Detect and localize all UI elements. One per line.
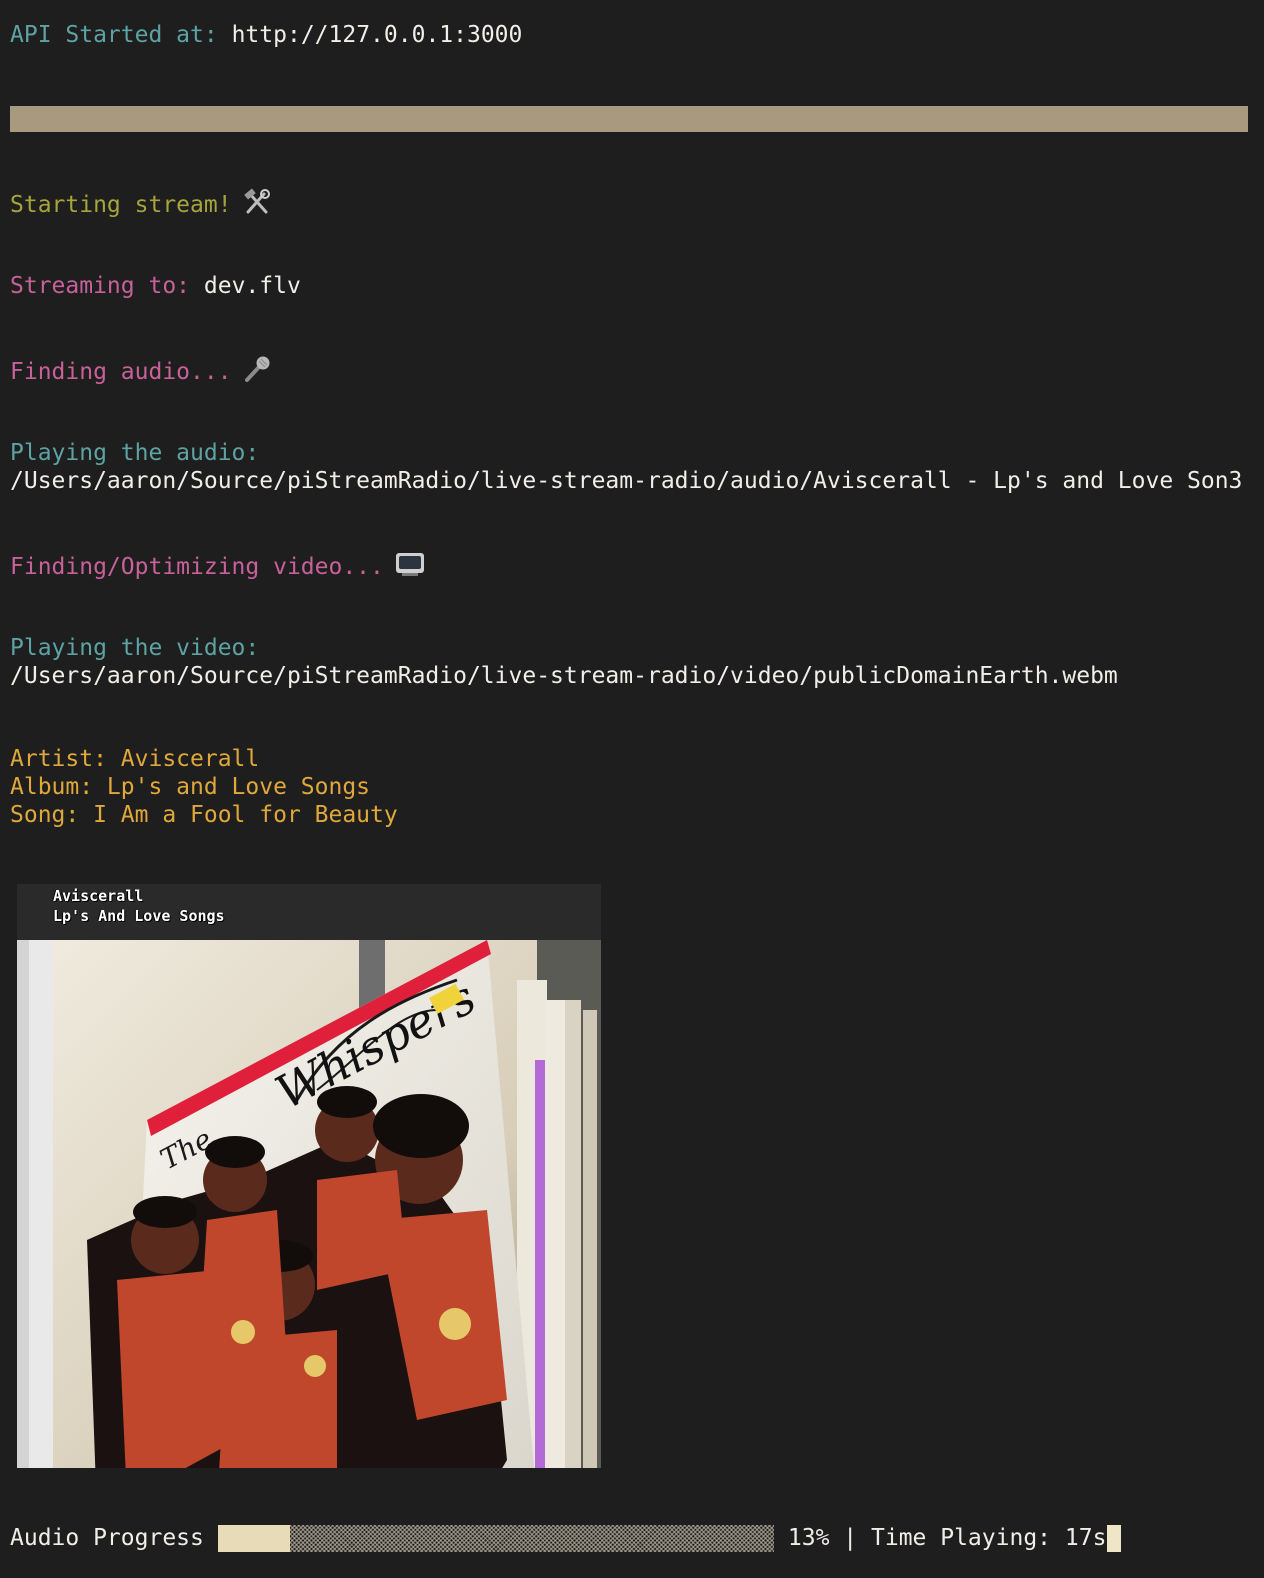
time-playing-value: 17s [1064, 1525, 1107, 1551]
progress-separator: | [843, 1525, 858, 1551]
hammer-and-wrench-icon [242, 188, 272, 223]
artist-line: Artist: Aviscerall [10, 746, 260, 772]
starting-stream-text: Starting stream! [10, 192, 232, 218]
cover-caption-artist: Aviscerall [53, 887, 144, 905]
video-path: /Users/aaron/Source/piStreamRadio/live-s… [10, 663, 1118, 689]
playing-audio-label-line: Playing the audio: [10, 439, 259, 467]
streaming-label: Streaming to: [10, 273, 191, 299]
audio-progress-fill [217, 1524, 291, 1552]
playing-video-label: Playing the video: [10, 635, 260, 661]
starting-stream-line: Starting stream! [10, 188, 272, 218]
finding-video-line: Finding/Optimizing video... [10, 550, 426, 580]
time-playing-label: Time Playing: [871, 1525, 1052, 1551]
cover-caption: Aviscerall Lp's And Love Songs [53, 886, 225, 926]
album-cover-image: The Whispers Aviscerall Lp's And Love So… [17, 884, 601, 1468]
cover-caption-album: Lp's And Love Songs [53, 907, 225, 925]
audio-path-line: /Users/aaron/Source/piStreamRadio/live-s… [10, 467, 1242, 495]
song-line: Song: I Am a Fool for Beauty [10, 802, 398, 828]
api-label: API Started at: [10, 22, 218, 48]
playing-video-label-line: Playing the video: [10, 634, 259, 662]
audio-progress-percent: 13% [787, 1525, 830, 1551]
album-line: Album: Lp's and Love Songs [10, 774, 371, 800]
terminal-cursor [1107, 1524, 1122, 1552]
playing-audio-label: Playing the audio: [10, 440, 260, 466]
finding-audio-text: Finding audio... [10, 359, 232, 385]
video-path-line: /Users/aaron/Source/piStreamRadio/live-s… [10, 662, 1118, 690]
divider-bar [10, 106, 1248, 132]
audio-progress-bar [217, 1524, 774, 1552]
audio-path: /Users/aaron/Source/piStreamRadio/live-s… [10, 468, 1243, 494]
audio-progress-line: Audio Progress 13% | Time Playing: 17s [10, 1524, 1122, 1552]
television-icon [394, 550, 426, 585]
finding-audio-line: Finding audio... [10, 355, 272, 385]
streaming-to-line: Streaming to: dev.flv [10, 272, 301, 300]
audio-progress-label: Audio Progress [10, 1525, 204, 1551]
terminal-window: API Started at: http://127.0.0.1:3000 St… [0, 0, 1264, 1578]
album-cover-photo: The Whispers [17, 940, 601, 1468]
finding-video-text: Finding/Optimizing video... [10, 554, 384, 580]
api-url: http://127.0.0.1:3000 [231, 22, 523, 48]
streaming-target: dev.flv [203, 273, 301, 299]
microphone-icon [242, 355, 272, 390]
api-line: API Started at: http://127.0.0.1:3000 [10, 21, 522, 49]
